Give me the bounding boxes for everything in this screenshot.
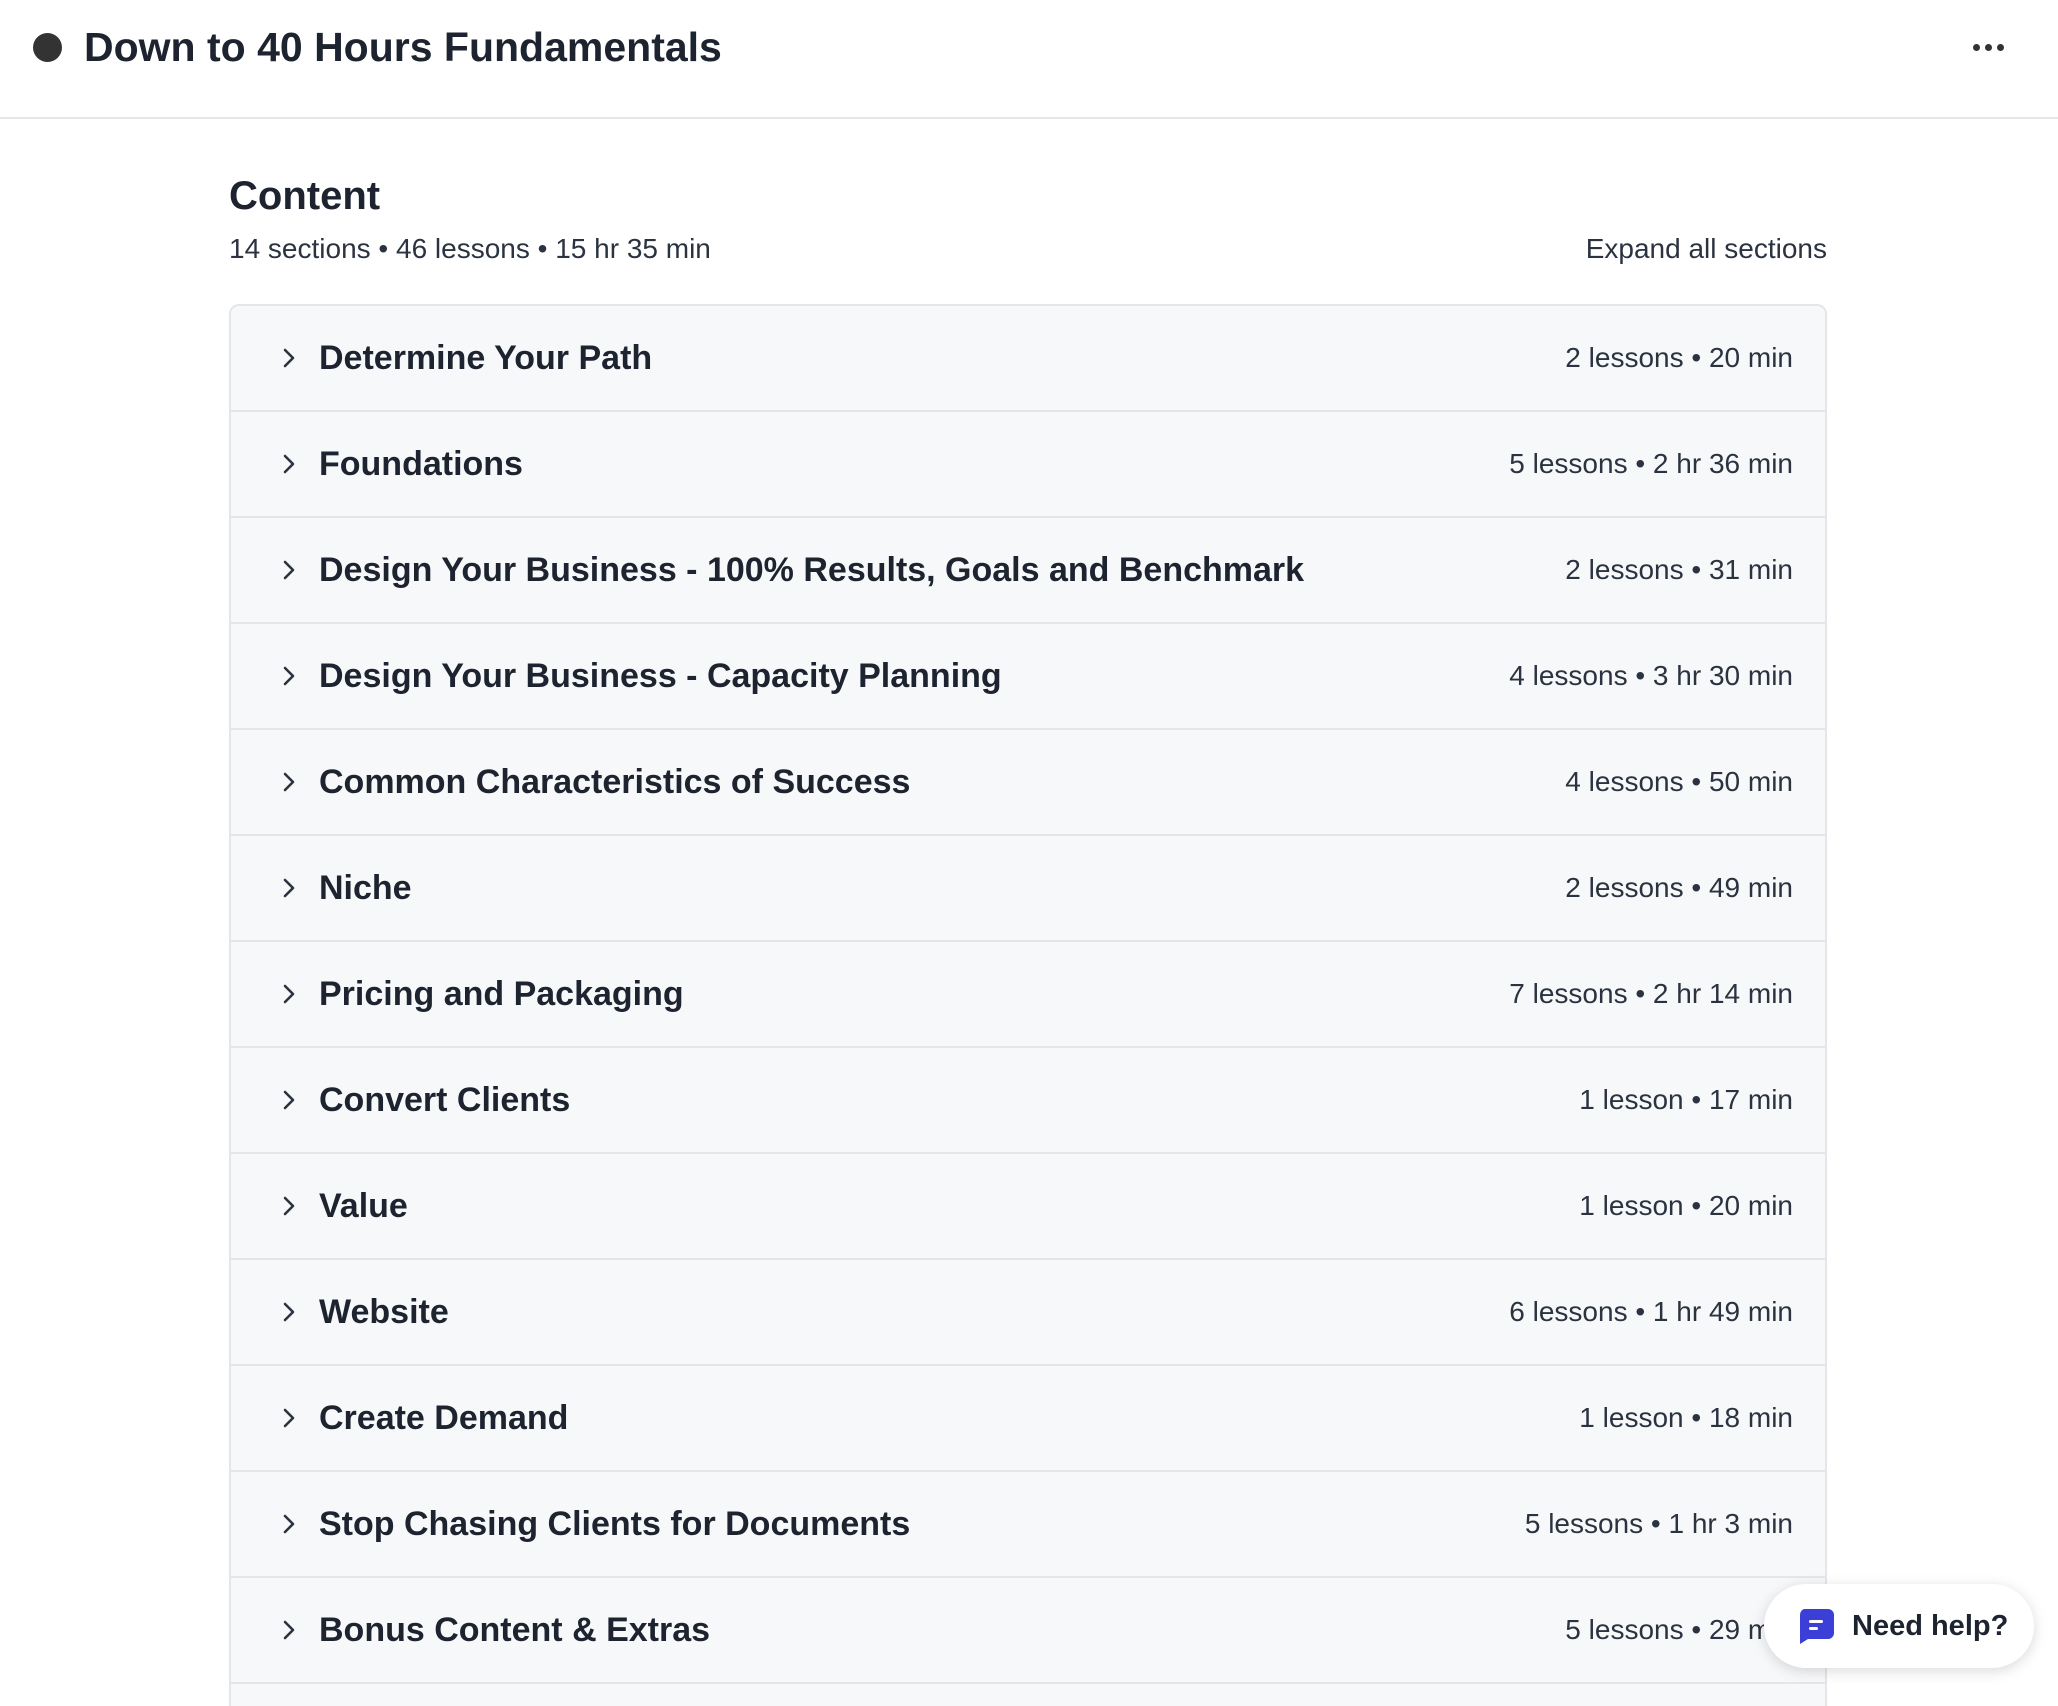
section-row[interactable]: Convert Clients 1 lesson • 17 min [231,1048,1825,1154]
section-row[interactable]: Design Your Business - 100% Results, Goa… [231,518,1825,624]
chevron-right-icon [283,1514,295,1534]
section-title: Value [319,1186,408,1225]
sections-list: Determine Your Path 2 lessons • 20 min Fou… [229,304,1827,1706]
section-title: Bonus Content & Extras [319,1610,711,1649]
section-row[interactable]: Niche 2 lessons • 49 min [231,836,1825,942]
section-row[interactable]: Determine Your Path 2 lessons • 20 min [231,306,1825,412]
more-dot [1984,43,1992,51]
section-meta: 5 lessons • 2 hr 36 min [1509,448,1793,479]
chevron-right-icon [283,560,295,580]
section-meta: 5 lessons • 29 min [1565,1614,1793,1645]
section-meta: 5 lessons • 1 hr 3 min [1524,1508,1793,1539]
section-meta: 1 lesson • 20 min [1579,1190,1793,1221]
section-row[interactable]: Value 1 lesson • 20 min [231,1154,1825,1260]
section-title: Design Your Business - 100% Results, Goa… [319,550,1305,589]
chat-icon [1799,1609,1834,1644]
expand-all-sections-button[interactable]: Expand all sections [1586,230,1827,268]
more-dot [1996,43,2004,51]
chevron-right-icon [283,1302,295,1322]
section-row[interactable]: Foundations 5 lessons • 2 hr 36 min [231,412,1825,518]
course-title: Down to 40 Hours Fundamentals [84,24,722,70]
section-title: Convert Clients [319,1080,571,1119]
section-meta: 1 lesson • 17 min [1579,1084,1793,1115]
status-dot-icon [33,33,62,62]
chevron-right-icon [283,666,295,686]
section-meta: 1 lesson • 18 min [1579,1402,1793,1433]
section-meta: 2 lessons • 20 min [1565,342,1793,373]
section-meta: 2 lessons • 49 min [1565,872,1793,903]
section-row[interactable]: Bonus Content & Extras 5 lessons • 29 min [231,1578,1825,1684]
section-row[interactable]: Stop Chasing Clients for Documents 5 less… [231,1472,1825,1578]
section-title: Website [319,1292,449,1331]
section-row[interactable]: Create Demand 1 lesson • 18 min [231,1366,1825,1472]
chevron-right-icon [283,1196,295,1216]
chevron-right-icon [283,1620,295,1640]
section-row[interactable]: Pricing and Packaging 7 lessons • 2 hr 14… [231,942,1825,1048]
section-title: Design Your Business - Capacity Planning [319,656,1002,695]
more-horizontal-icon [1972,43,1980,51]
course-header: Down to 40 Hours Fundamentals [0,0,2058,119]
content-stats: 14 sections • 46 lessons • 15 hr 35 min [229,233,711,264]
section-row[interactable]: Design Your Business - Capacity Planning… [231,624,1825,730]
section-title: Determine Your Path [319,338,653,377]
chevron-right-icon [283,772,295,792]
section-meta: 6 lessons • 1 hr 49 min [1509,1296,1793,1327]
need-help-button[interactable]: Need help? [1764,1584,2034,1668]
section-meta: 2 lessons • 31 min [1565,554,1793,585]
chevron-right-icon [283,454,295,474]
section-row[interactable]: Common Characteristics of Success 4 lesso… [231,730,1825,836]
section-title: Common Characteristics of Success [319,762,911,801]
section-meta: 4 lessons • 3 hr 30 min [1509,660,1793,691]
chevron-right-icon [283,1408,295,1428]
chevron-right-icon [283,984,295,1004]
need-help-label: Need help? [1852,1609,2009,1642]
content-header: Content 14 sections • 46 lessons • 15 hr… [229,170,1827,264]
section-row[interactable]: Website 6 lessons • 1 hr 49 min [231,1260,1825,1366]
section-meta: 4 lessons • 50 min [1565,766,1793,797]
section-title: Stop Chasing Clients for Documents [319,1504,911,1543]
more-options-button[interactable] [1960,26,2016,68]
section-row[interactable] [231,1684,1825,1706]
chevron-right-icon [283,348,295,368]
content-title: Content [229,174,381,218]
section-title: Foundations [319,444,523,483]
chevron-right-icon [283,1090,295,1110]
section-meta: 7 lessons • 2 hr 14 min [1509,978,1793,1009]
chevron-right-icon [283,878,295,898]
section-title: Pricing and Packaging [319,974,684,1013]
section-title: Create Demand [319,1398,569,1437]
section-title: Niche [319,868,412,907]
